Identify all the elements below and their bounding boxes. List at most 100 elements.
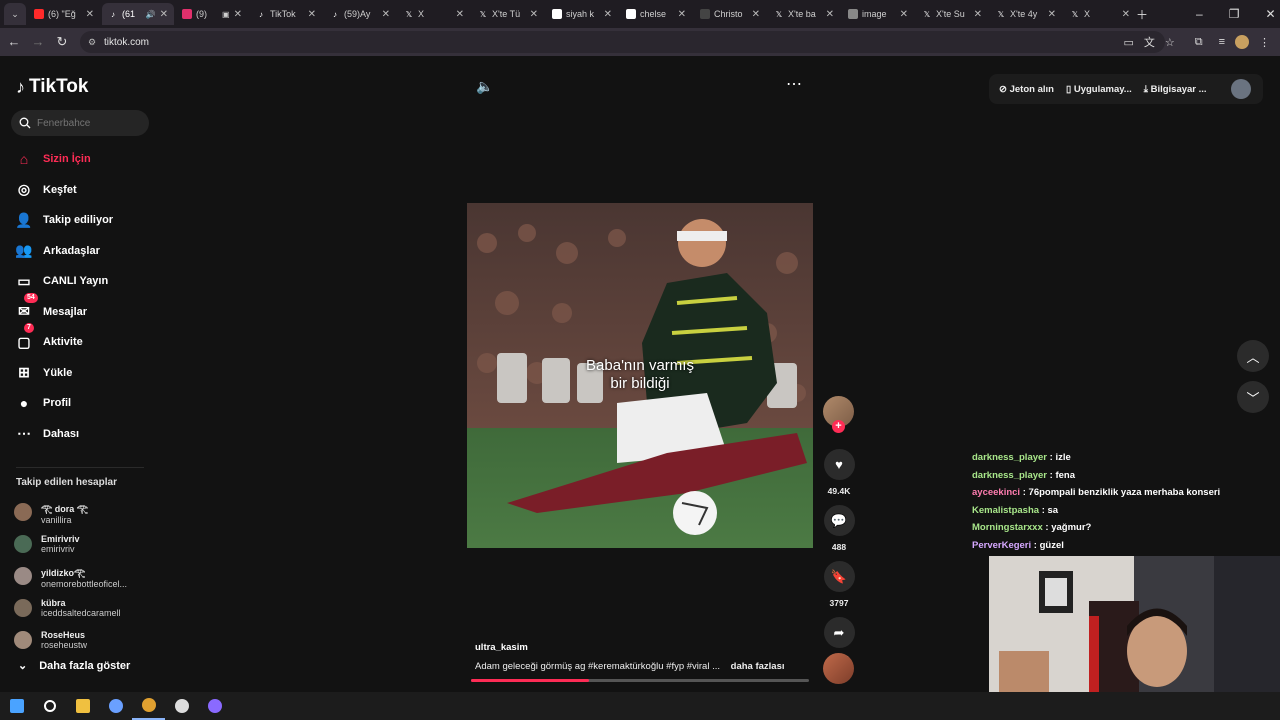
next-video-button[interactable]: ﹀ [1237, 381, 1269, 413]
browser-tab[interactable]: Christo ✕ [694, 3, 766, 25]
tab-close-icon[interactable]: ✕ [160, 9, 168, 20]
creator-avatar[interactable]: + [823, 396, 854, 433]
video-author[interactable]: ultra_kasim [475, 642, 815, 653]
search-input[interactable] [37, 117, 137, 129]
browser-tab[interactable]: chelse ✕ [620, 3, 692, 25]
minimize-icon[interactable]: – [1196, 7, 1203, 21]
tab-close-icon[interactable]: ✕ [308, 9, 316, 20]
previous-video-button[interactable]: ︿ [1237, 340, 1269, 372]
sidebar-item-2[interactable]: 👤 Takip ediliyor [15, 205, 156, 236]
following-account[interactable]: yildizko𓂀 onemorebottleoficel... [14, 560, 154, 592]
tab-close-icon[interactable]: ✕ [456, 9, 464, 20]
maximize-icon[interactable]: ❐ [1229, 7, 1240, 21]
notification-badge: 7 [24, 323, 34, 333]
taskbar-windows[interactable] [0, 692, 33, 720]
tab-close-icon[interactable]: ✕ [752, 9, 760, 20]
address-bar[interactable]: ⚙ tiktok.com [80, 31, 1165, 53]
more-options-icon[interactable]: ⋯ [786, 74, 803, 94]
chevron-up-icon: ︿ [1246, 349, 1260, 365]
back-button[interactable]: ← [2, 34, 26, 50]
following-account[interactable]: kübra iceddsaltedcaramell [14, 592, 154, 624]
browser-tab[interactable]: 𝕏 X ✕ [1064, 3, 1136, 25]
taskbar-chrome[interactable] [132, 692, 165, 720]
tab-close-icon[interactable]: ✕ [974, 9, 982, 20]
browser-tab[interactable]: image ✕ [842, 3, 914, 25]
site-info-icon[interactable]: ⚙ [88, 37, 96, 48]
sidebar-item-1[interactable]: ◎ Keşfet [16, 175, 156, 206]
see-more-link[interactable]: daha fazlası [731, 661, 785, 672]
tab-close-icon[interactable]: ✕ [86, 9, 94, 20]
sidebar-item-7[interactable]: ⊞ Yükle [16, 358, 156, 389]
reading-list-icon[interactable]: ≡ [1219, 36, 1225, 48]
pc-app-button[interactable]: ⤓ Bilgisayar ... [1144, 84, 1207, 95]
x-icon: 𝕏 [923, 9, 931, 19]
get-app-button[interactable]: ▯ Uygulamay... [1066, 84, 1132, 95]
profile-avatar-icon[interactable] [1235, 35, 1249, 49]
volume-icon[interactable]: 🔈 [476, 78, 493, 95]
browser-tab[interactable]: 𝕏 X'te ba ✕ [768, 3, 840, 25]
chat-username: Morningstarxxx [972, 522, 1043, 534]
comment-button[interactable]: 💬 488 [823, 505, 855, 552]
bookmark-star-icon[interactable]: ☆ [1165, 36, 1175, 49]
save-button[interactable]: 🔖 3797 [823, 561, 855, 608]
tab-close-icon[interactable]: ✕ [382, 9, 390, 20]
tab-close-icon[interactable]: ✕ [530, 9, 538, 20]
follow-plus-icon[interactable]: + [832, 420, 845, 433]
tiktok-icon: ♪ [333, 9, 337, 19]
tab-close-icon[interactable]: ✕ [826, 9, 834, 20]
sidebar-item-3[interactable]: 👥 Arkadaşlar [15, 236, 156, 267]
browser-tab[interactable]: 𝕏 X'te Su ✕ [916, 3, 988, 25]
sidebar-item-5[interactable]: ✉ 54 Mesajlar [16, 292, 156, 328]
tab-close-icon[interactable]: ✕ [900, 9, 908, 20]
tiktok-logo[interactable]: ♪ TikTok [16, 76, 88, 98]
browser-tab[interactable]: ♪ TikTok ✕ [250, 3, 322, 25]
taskbar-obs[interactable] [165, 692, 198, 720]
extensions-icon[interactable]: ⧉ [1195, 36, 1203, 49]
taskbar-search[interactable] [33, 692, 66, 720]
close-window-icon[interactable]: ✕ [1265, 7, 1275, 21]
browser-tab[interactable]: 𝕏 X ✕ [398, 3, 470, 25]
menu-icon[interactable]: ⋮ [1259, 36, 1270, 49]
taskbar-discord[interactable] [198, 692, 231, 720]
following-account[interactable]: 𓂀 dora 𓂀 vanillira [14, 496, 154, 528]
browser-tab[interactable]: siyah k ✕ [546, 3, 618, 25]
browser-tab[interactable]: ♪ (59)Ay ✕ [324, 3, 396, 25]
video-progress-bar[interactable] [471, 679, 809, 682]
browser-tab[interactable]: 𝕏 X'te 4y ✕ [990, 3, 1062, 25]
cast-icon[interactable]: ▭ [1123, 36, 1133, 49]
tab-close-icon[interactable]: ✕ [604, 9, 612, 20]
video-actions: + ♥ 49.4K 💬 488 🔖 3797 ➦ 7147 [823, 396, 855, 673]
like-button[interactable]: ♥ 49.4K [823, 449, 855, 496]
tab-close-icon[interactable]: ✕ [1122, 9, 1130, 20]
sidebar-item-6[interactable]: ▢ 7 Aktivite [16, 323, 156, 358]
get-coins-button[interactable]: ⊘ Jeton alın [999, 84, 1054, 95]
sidebar-item-9[interactable]: ⋯ Dahası [16, 419, 156, 450]
account-username: onemorebottleoficel... [41, 578, 128, 589]
tab-title: chelse [640, 9, 667, 19]
browser-tab[interactable]: (6) "Eğ ✕ [28, 3, 100, 25]
taskbar-app[interactable] [99, 692, 132, 720]
taskbar-folder[interactable] [66, 692, 99, 720]
tab-close-icon[interactable]: ✕ [678, 9, 686, 20]
user-avatar[interactable] [1231, 79, 1251, 99]
translate-icon[interactable]: 文 [1144, 34, 1155, 50]
tab-close-icon[interactable]: ✕ [234, 9, 242, 20]
new-tab-button[interactable]: ＋ [1136, 0, 1148, 28]
browser-tab[interactable]: (9) ▣ ✕ [176, 3, 248, 25]
sidebar-item-4[interactable]: ▭ CANLI Yayın [16, 266, 156, 297]
sound-disc-avatar[interactable] [823, 653, 854, 684]
forward-button[interactable]: → [26, 34, 50, 50]
show-more-button[interactable]: ⌄ Daha fazla göster [18, 659, 130, 673]
reload-button[interactable]: ↻ [50, 34, 74, 50]
browser-tab[interactable]: ♪ (61 🔊 ✕ [102, 3, 174, 25]
x-icon: 𝕏 [479, 9, 487, 19]
following-account[interactable]: RoseHeus roseheustw [14, 624, 154, 656]
tab-close-icon[interactable]: ✕ [1048, 9, 1056, 20]
search-bar[interactable] [11, 110, 149, 136]
browser-tab[interactable]: 𝕏 X'te Tü ✕ [472, 3, 544, 25]
video-player[interactable]: Baba'nın varmış bir bildiği [467, 203, 813, 548]
sidebar-item-8[interactable]: ● Profil [16, 388, 156, 419]
following-account[interactable]: Emirivriv emirivriv [14, 528, 154, 560]
tab-search-button[interactable]: ⌄ [4, 3, 26, 25]
sidebar-item-0[interactable]: ⌂ Sizin İçin [16, 144, 156, 175]
